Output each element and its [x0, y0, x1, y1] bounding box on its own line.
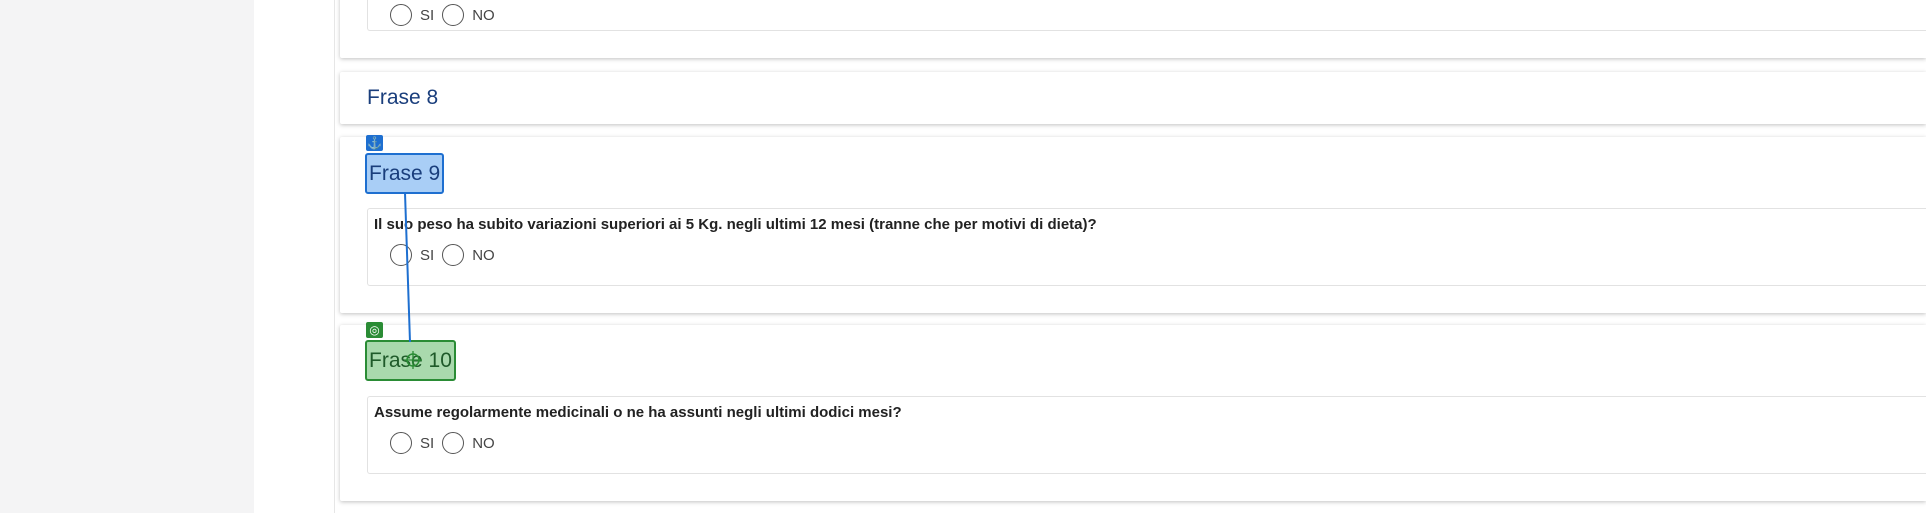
option-label: SI: [420, 246, 435, 264]
question-text: Assume regolarmente medicinali o ne ha a…: [374, 404, 902, 421]
question-box-prev: SI NO: [367, 0, 1926, 31]
content-divider: [334, 0, 335, 513]
answer-options: SI NO: [390, 244, 503, 266]
option-si[interactable]: SI: [390, 244, 434, 266]
question-box: Il suo peso ha subito variazioni superio…: [367, 208, 1926, 286]
option-no[interactable]: NO: [442, 244, 495, 266]
radio-no[interactable]: [442, 244, 465, 266]
option-label: NO: [472, 246, 495, 264]
radio-si[interactable]: [390, 4, 412, 26]
option-label: SI: [420, 6, 435, 24]
option-si[interactable]: SI: [390, 432, 434, 454]
option-label: NO: [472, 6, 495, 24]
answer-options: SI NO: [390, 432, 503, 454]
option-label: NO: [472, 434, 495, 452]
radio-no[interactable]: [442, 4, 465, 26]
radio-si[interactable]: [390, 244, 412, 266]
section-title-frase-9[interactable]: Frase 9: [365, 153, 445, 194]
option-si[interactable]: SI: [390, 4, 434, 26]
answer-options: SI NO: [390, 4, 503, 26]
target-icon[interactable]: ◎: [366, 322, 383, 338]
option-no[interactable]: NO: [442, 432, 495, 454]
section-title[interactable]: Frase 8: [367, 86, 438, 110]
option-label: SI: [420, 434, 435, 452]
left-sidebar: [0, 0, 254, 513]
section-card-frase-9: Il suo peso ha subito variazioni superio…: [340, 137, 1926, 313]
radio-si[interactable]: [390, 432, 412, 454]
section-title-frase-10[interactable]: Frase 10: [365, 340, 456, 381]
radio-no[interactable]: [442, 432, 465, 454]
question-text: Il suo peso ha subito variazioni superio…: [374, 216, 1097, 233]
section-card-frase-8[interactable]: Frase 8: [340, 72, 1926, 124]
question-box: Assume regolarmente medicinali o ne ha a…: [367, 396, 1926, 474]
section-card-frase-10: Assume regolarmente medicinali o ne ha a…: [340, 325, 1926, 501]
option-no[interactable]: NO: [442, 4, 495, 26]
anchor-icon[interactable]: ⚓: [366, 135, 383, 151]
section-card-prev: SI NO: [340, 0, 1926, 58]
